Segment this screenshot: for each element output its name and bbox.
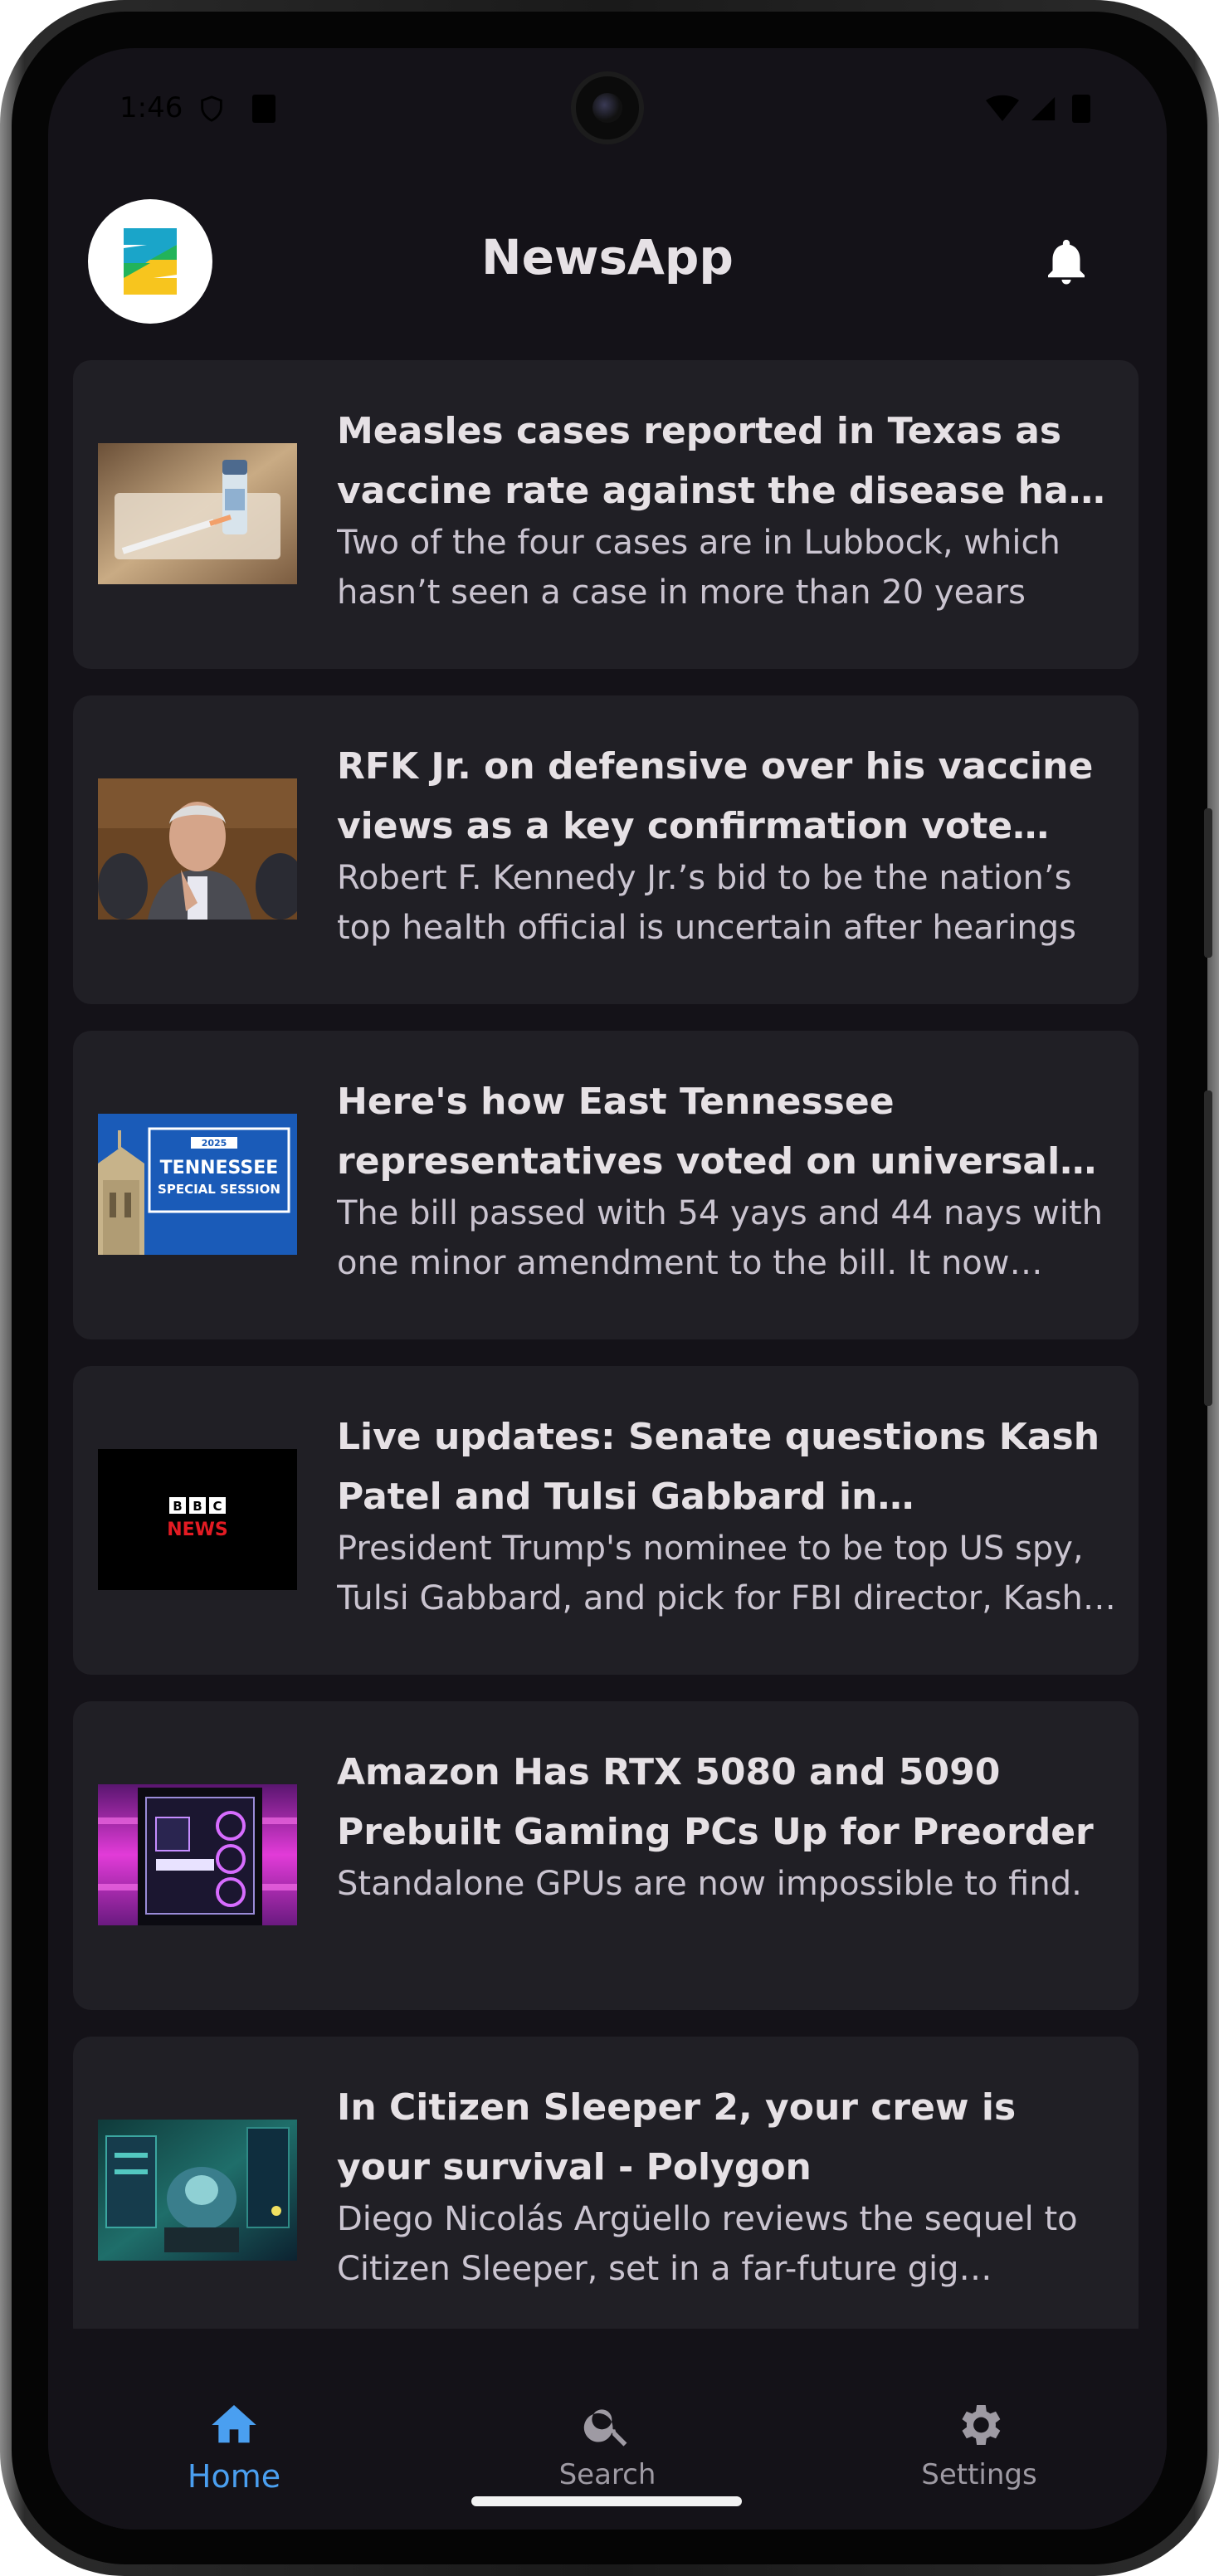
article-title: Amazon Has RTX 5080 and 5090 Prebuilt Ga… bbox=[337, 1751, 1094, 1853]
gesture-home-bar[interactable] bbox=[471, 2496, 742, 2506]
status-time: 1:46 bbox=[119, 91, 183, 124]
article-title: Here's how East Tennessee representative… bbox=[337, 1081, 1061, 1183]
app-header: NewsApp bbox=[48, 198, 1167, 347]
notifications-bell-icon[interactable] bbox=[1039, 234, 1094, 289]
bbc-letter-c: C bbox=[212, 1499, 222, 1514]
bbc-letter-b2: B bbox=[193, 1499, 202, 1514]
article-description: President Trump's nominee to be top US s… bbox=[337, 1530, 1084, 1617]
news-card[interactable]: RFK Jr. on defensive over his vaccine vi… bbox=[73, 695, 1139, 1004]
news-card[interactable]: Measles cases reported in Texas as vacci… bbox=[73, 360, 1139, 669]
article-thumbnail: B B C NEWS bbox=[98, 1449, 297, 1590]
thumb-line1-text: TENNESSEE bbox=[160, 1158, 279, 1178]
news-card[interactable]: In Citizen Sleeper 2, your crew is your … bbox=[73, 2037, 1139, 2345]
shield-icon bbox=[197, 95, 226, 123]
search-icon bbox=[583, 2409, 627, 2447]
article-thumbnail bbox=[98, 443, 297, 584]
nav-search-label: Search bbox=[558, 2458, 656, 2491]
news-card[interactable]: 2025 TENNESSEE SPECIAL SESSION Here's ho… bbox=[73, 1031, 1139, 1339]
thumb-year-text: 2025 bbox=[202, 1138, 227, 1149]
article-title: Measles cases reported in Texas as vacci… bbox=[337, 410, 1090, 512]
gear-icon bbox=[962, 2405, 1001, 2445]
news-card[interactable]: Amazon Has RTX 5080 and 5090 Prebuilt Ga… bbox=[73, 1701, 1139, 2010]
power-button bbox=[1204, 808, 1212, 958]
news-card[interactable]: B B C NEWS Live updates: Senate question… bbox=[73, 1366, 1139, 1675]
bbc-news-text: NEWS bbox=[167, 1520, 228, 1540]
article-description: Robert F. Kennedy Jr.’s bid to be the na… bbox=[337, 859, 1076, 947]
battery-icon bbox=[1072, 95, 1090, 123]
article-description: Diego Nicolás Argüello reviews the seque… bbox=[337, 2200, 1078, 2288]
nav-settings-label: Settings bbox=[921, 2458, 1037, 2491]
thumb-line2-text: SPECIAL SESSION bbox=[158, 1182, 280, 1197]
article-description: Standalone GPUs are now impossible to fi… bbox=[337, 1865, 1082, 1903]
bbc-letter-b1: B bbox=[173, 1499, 182, 1514]
phone-frame: 1:46 NewsApp Measles cases reported in T… bbox=[0, 0, 1219, 2576]
article-thumbnail bbox=[98, 778, 297, 920]
volume-button bbox=[1204, 1090, 1212, 1406]
nav-settings[interactable]: Settings bbox=[855, 2329, 1104, 2491]
app-title: NewsApp bbox=[481, 229, 734, 285]
signal-icon bbox=[1029, 95, 1057, 123]
nav-home[interactable]: Home bbox=[110, 2329, 358, 2495]
status-bar: 1:46 bbox=[48, 48, 1167, 173]
article-title: In Citizen Sleeper 2, your crew is your … bbox=[337, 2086, 1017, 2188]
home-icon bbox=[212, 2405, 256, 2443]
sim-card-icon bbox=[252, 95, 275, 123]
article-thumbnail: 2025 TENNESSEE SPECIAL SESSION bbox=[98, 1114, 297, 1255]
article-title: RFK Jr. on defensive over his vaccine vi… bbox=[337, 745, 1094, 847]
nav-search[interactable]: Search bbox=[483, 2329, 732, 2491]
article-description: Two of the four cases are in Lubbock, wh… bbox=[337, 524, 1061, 612]
article-description: The bill passed with 54 yays and 44 nays… bbox=[337, 1194, 1103, 1282]
wifi-icon bbox=[986, 95, 1019, 123]
article-title: Live updates: Senate questions Kash Pate… bbox=[337, 1416, 1100, 1518]
app-screen: 1:46 NewsApp Measles cases reported in T… bbox=[48, 48, 1167, 2530]
article-thumbnail bbox=[98, 1784, 297, 1925]
nav-home-label: Home bbox=[187, 2458, 281, 2495]
front-camera bbox=[571, 71, 644, 144]
article-thumbnail bbox=[98, 2120, 297, 2261]
